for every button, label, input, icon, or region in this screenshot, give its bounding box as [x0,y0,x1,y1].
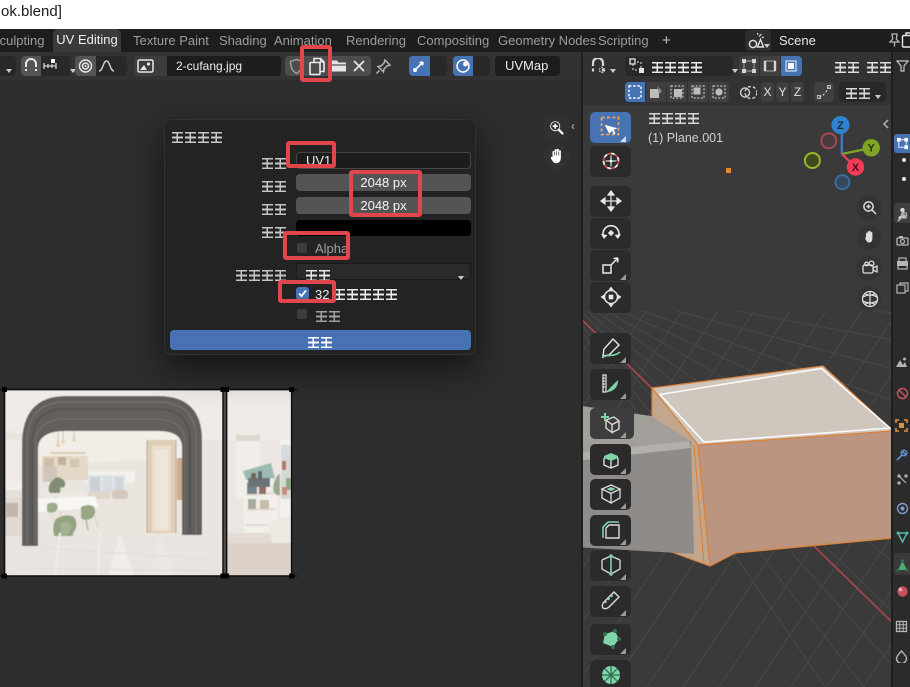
svg-text:Z: Z [837,120,844,132]
svg-text:Y: Y [868,143,876,155]
svg-text:X: X [852,162,860,174]
